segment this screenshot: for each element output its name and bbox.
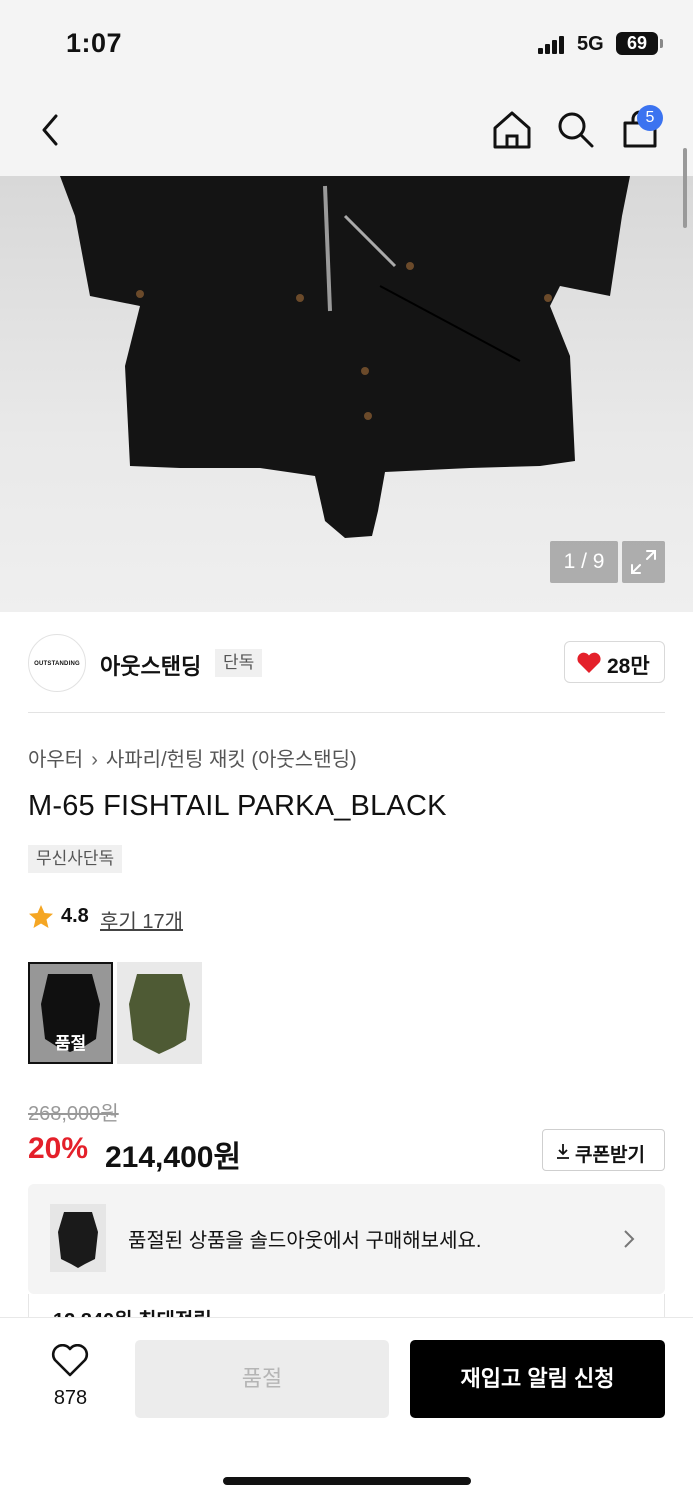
heart-filled-icon [577, 652, 601, 673]
wish-count: 878 [53, 1387, 88, 1409]
battery-icon: 69 [616, 32, 658, 55]
breadcrumb-subcategory[interactable]: 사파리/헌팅 재킷 (아웃스탠딩) [106, 749, 357, 771]
scroll-indicator [683, 148, 687, 228]
exclusive-tag: 무신사단독 [28, 845, 123, 873]
chevron-right-icon [624, 1230, 635, 1248]
swatch-soldout-label: 품절 [54, 1034, 87, 1053]
brand-like-count: 28만 [607, 655, 650, 678]
sale-price: 214,400원 [105, 1141, 242, 1174]
swatch-olive[interactable] [117, 962, 202, 1064]
restock-alert-button[interactable]: 재입고 알림 신청 [410, 1340, 665, 1418]
home-indicator [223, 1477, 471, 1485]
coupon-button[interactable]: 쿠폰받기 [542, 1129, 665, 1171]
review-link[interactable]: 후기 17개 [100, 905, 183, 934]
brand-logo[interactable]: OUTSTANDING [28, 634, 86, 692]
status-time: 1:07 [66, 28, 123, 58]
home-icon[interactable] [492, 110, 532, 150]
expand-icon [631, 550, 656, 574]
discount-rate: 20% [28, 1132, 89, 1165]
soldout-button[interactable]: 품절 [135, 1340, 389, 1418]
star-icon [29, 905, 53, 928]
brand-exclusive-tag: 단독 [215, 649, 263, 677]
breadcrumb: 아우터 › 사파리/헌팅 재킷 (아웃스탠딩) [28, 743, 357, 772]
signal-icon [538, 36, 566, 54]
original-price: 268,000원 [28, 1103, 119, 1125]
soldout-banner[interactable]: 품절된 상품을 솔드아웃에서 구매해보세요. [28, 1184, 665, 1294]
product-title: M-65 FISHTAIL PARKA_BLACK [28, 790, 447, 822]
heart-outline-icon[interactable] [51, 1344, 89, 1378]
divider [28, 712, 665, 713]
network-type: 5G [577, 33, 604, 55]
breadcrumb-category[interactable]: 아우터 [28, 749, 83, 771]
search-icon[interactable] [556, 110, 596, 150]
status-bar: 1:07 5G 69 [0, 0, 693, 88]
battery-tip [660, 39, 663, 48]
back-icon[interactable] [36, 110, 66, 150]
swatch-olive-image [129, 974, 190, 1054]
download-icon [557, 1144, 569, 1159]
brand-name[interactable]: 아웃스탠딩 [100, 649, 201, 681]
cart-badge: 5 [637, 105, 663, 131]
chevron-right-icon: › [91, 749, 98, 771]
brand-like-button[interactable]: 28만 [564, 641, 665, 683]
banner-thumbnail-image [58, 1212, 98, 1268]
coupon-label: 쿠폰받기 [575, 1145, 645, 1166]
banner-text: 품절된 상품을 솔드아웃에서 구매해보세요. [128, 1230, 482, 1252]
brand-row: OUTSTANDING 아웃스탠딩 단독 28만 [28, 632, 665, 692]
expand-button[interactable] [622, 541, 665, 583]
swatch-black[interactable]: 품절 [28, 962, 113, 1064]
image-counter: 1 / 9 [550, 541, 618, 583]
rating-value: 4.8 [61, 905, 89, 927]
banner-thumbnail [50, 1204, 106, 1272]
